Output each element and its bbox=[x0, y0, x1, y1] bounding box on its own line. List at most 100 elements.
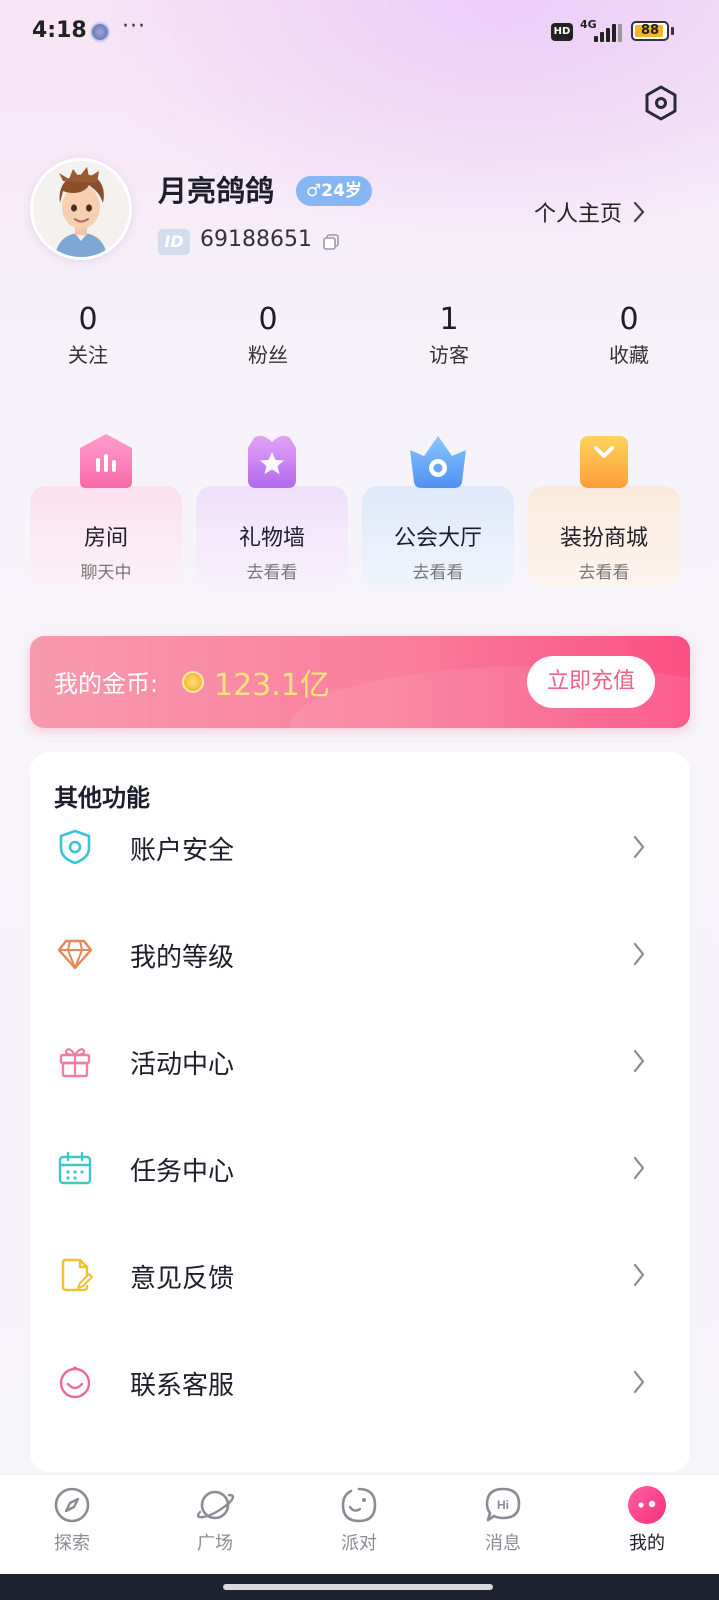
message-icon: Hi bbox=[485, 1487, 521, 1522]
card-title: 公会大厅 bbox=[393, 526, 482, 551]
menu-label: 意见反馈 bbox=[130, 1264, 235, 1294]
menu-item-customer-service[interactable]: 联系客服 bbox=[30, 1333, 690, 1433]
user-id: 69188651 bbox=[200, 227, 312, 252]
card-dress-store[interactable]: 装扮商城 去看看 bbox=[528, 436, 680, 586]
party-icon bbox=[341, 1487, 377, 1523]
settings-button[interactable] bbox=[642, 84, 680, 122]
chevron-right-icon bbox=[633, 1156, 645, 1180]
battery-level: 88 bbox=[640, 23, 660, 38]
tab-explore[interactable]: 探索 bbox=[22, 1485, 122, 1555]
bottom-nav: 探索 广场 派对 Hi 消息 我的 bbox=[0, 1474, 719, 1574]
room-icon bbox=[80, 434, 132, 488]
stat-following[interactable]: 0 关注 bbox=[18, 300, 158, 370]
diamond-icon bbox=[57, 939, 93, 970]
chevron-right-icon bbox=[633, 1370, 645, 1394]
stat-visitors[interactable]: 1 访客 bbox=[379, 300, 519, 370]
username: 月亮鸽鸽 bbox=[158, 174, 275, 208]
copy-icon bbox=[323, 234, 339, 250]
menu-label: 我的等级 bbox=[130, 943, 235, 973]
tab-label: 探索 bbox=[54, 1533, 90, 1554]
menu-label: 活动中心 bbox=[130, 1050, 235, 1080]
card-subtitle: 去看看 bbox=[412, 563, 464, 583]
chevron-right-icon bbox=[633, 1263, 645, 1287]
menu-item-my-level[interactable]: 我的等级 bbox=[30, 905, 690, 1005]
coin-banner: 我的金币: 123.1亿 立即充值 bbox=[30, 636, 690, 728]
menu-item-task-center[interactable]: 任务中心 bbox=[30, 1119, 690, 1219]
notification-app-icon bbox=[90, 22, 110, 42]
menu-label: 账户安全 bbox=[130, 836, 235, 866]
tab-square[interactable]: 广场 bbox=[165, 1485, 265, 1555]
stat-label: 粉丝 bbox=[248, 343, 288, 367]
homepage-link-label: 个人主页 bbox=[534, 202, 623, 227]
stat-value: 0 bbox=[78, 302, 98, 337]
coin-icon bbox=[182, 671, 204, 693]
tab-label: 消息 bbox=[485, 1533, 521, 1554]
me-icon bbox=[628, 1486, 666, 1524]
stat-fans[interactable]: 0 粉丝 bbox=[198, 300, 338, 370]
chevron-right-icon bbox=[633, 201, 645, 223]
gender-age-badge: ♂24岁 bbox=[296, 176, 372, 206]
more-notifications-icon: ··· bbox=[122, 14, 146, 39]
tab-label: 广场 bbox=[197, 1533, 233, 1554]
guild-hall-icon bbox=[410, 436, 466, 488]
tab-label: 我的 bbox=[629, 1533, 665, 1554]
card-subtitle: 去看看 bbox=[578, 563, 630, 583]
coin-label: 我的金币: bbox=[54, 670, 159, 698]
copy-id-button[interactable] bbox=[322, 233, 340, 251]
svg-text:Hi: Hi bbox=[497, 1498, 509, 1512]
stat-favorites[interactable]: 0 收藏 bbox=[559, 300, 699, 370]
stat-label: 收藏 bbox=[609, 343, 649, 367]
avatar[interactable] bbox=[30, 158, 132, 260]
menu-item-feedback[interactable]: 意见反馈 bbox=[30, 1226, 690, 1326]
stat-value: 0 bbox=[619, 302, 639, 337]
card-subtitle: 去看看 bbox=[246, 563, 298, 583]
stat-value: 0 bbox=[258, 302, 278, 337]
tab-messages[interactable]: Hi 消息 bbox=[453, 1485, 553, 1555]
card-title: 装扮商城 bbox=[559, 526, 648, 551]
menu-item-account-security[interactable]: 账户安全 bbox=[30, 798, 690, 898]
status-time: 4:18 bbox=[32, 18, 87, 43]
tab-party[interactable]: 派对 bbox=[309, 1485, 409, 1555]
tab-label: 派对 bbox=[341, 1533, 377, 1554]
dress-store-icon bbox=[580, 436, 628, 488]
recharge-button[interactable]: 立即充值 bbox=[527, 656, 655, 708]
stat-label: 关注 bbox=[68, 343, 108, 367]
hd-icon: HD bbox=[551, 23, 573, 41]
card-subtitle: 聊天中 bbox=[80, 563, 132, 583]
menu-label: 任务中心 bbox=[130, 1157, 235, 1187]
gift-wall-icon bbox=[248, 435, 296, 488]
id-tag: ID bbox=[158, 229, 190, 255]
chevron-right-icon bbox=[633, 835, 645, 859]
stat-value: 1 bbox=[439, 302, 459, 337]
settings-hexagon-icon bbox=[645, 85, 677, 121]
tab-me[interactable]: 我的 bbox=[597, 1485, 697, 1555]
coin-balance: 123.1亿 bbox=[214, 668, 330, 703]
planet-icon bbox=[196, 1490, 235, 1520]
feedback-icon bbox=[61, 1258, 93, 1292]
quick-cards: 房间 聊天中 礼物墙 去看看 公会大厅 去看看 装扮商城 去看看 bbox=[30, 428, 690, 588]
card-title: 礼物墙 bbox=[238, 526, 305, 551]
gift-icon bbox=[59, 1048, 91, 1078]
card-title: 房间 bbox=[83, 526, 128, 551]
calendar-icon bbox=[58, 1151, 92, 1185]
status-bar: 4:18 ··· HD 4G 88 bbox=[0, 0, 719, 64]
card-guild-hall[interactable]: 公会大厅 去看看 bbox=[362, 436, 514, 586]
card-gift-wall[interactable]: 礼物墙 去看看 bbox=[196, 435, 348, 586]
service-icon bbox=[59, 1366, 91, 1399]
home-indicator[interactable] bbox=[223, 1584, 493, 1590]
chevron-right-icon bbox=[633, 1049, 645, 1073]
card-room[interactable]: 房间 聊天中 bbox=[30, 434, 182, 586]
shield-icon bbox=[59, 829, 91, 865]
other-functions-panel: 其他功能 账户安全 我的等级 活动中心 任务中心 意见反馈 联系客服 bbox=[30, 752, 690, 1472]
battery-icon: 88 bbox=[631, 21, 669, 41]
homepage-link[interactable]: 个人主页 bbox=[534, 196, 646, 228]
signal-icon bbox=[594, 22, 624, 42]
chevron-right-icon bbox=[633, 942, 645, 966]
compass-icon bbox=[54, 1487, 90, 1523]
avatar-image bbox=[33, 161, 129, 257]
stats-row: 0 关注 0 粉丝 1 访客 0 收藏 bbox=[0, 300, 719, 380]
menu-label: 联系客服 bbox=[130, 1371, 235, 1401]
stat-label: 访客 bbox=[429, 343, 469, 367]
menu-item-activity-center[interactable]: 活动中心 bbox=[30, 1012, 690, 1112]
battery-cap bbox=[671, 27, 674, 35]
